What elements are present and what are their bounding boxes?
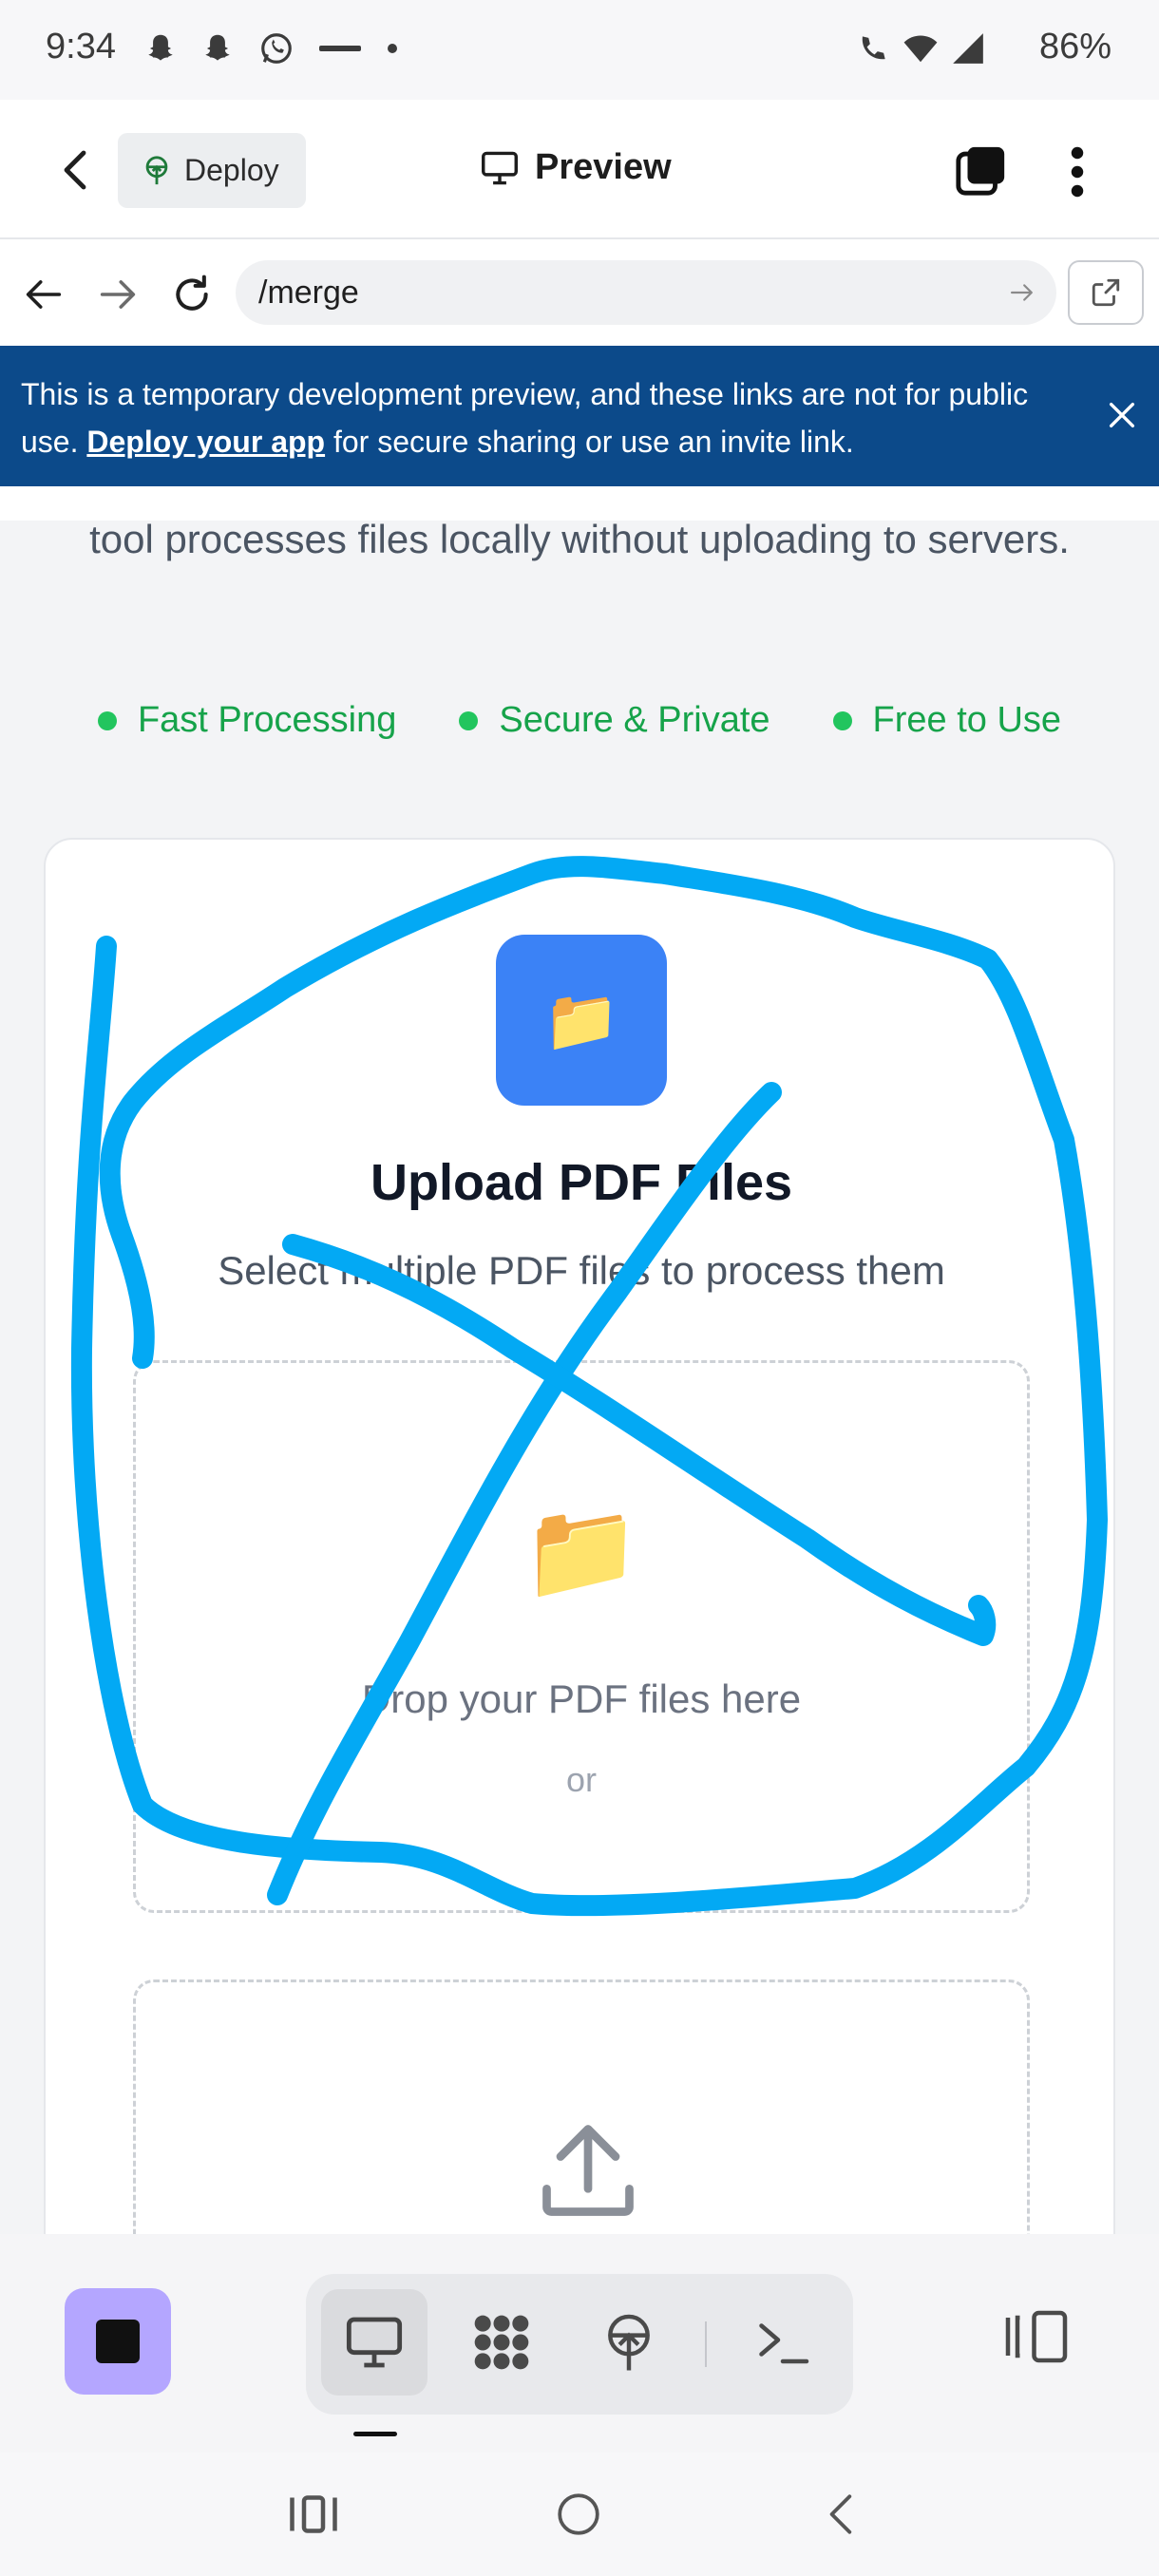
browser-back-icon[interactable] [25,277,63,312]
back-arrow-icon[interactable] [57,147,95,193]
back-icon[interactable] [823,2491,861,2538]
signal-icon [953,33,983,64]
drop-zone-or: or [565,1760,597,1799]
active-tab-indicator [353,2432,397,2436]
feature-item: Free to Use [832,700,1062,741]
browser-forward-icon[interactable] [99,277,137,312]
upload-subtitle: Select multiple PDF files to process the… [218,1248,945,1293]
feature-list: Fast Processing Secure & Private Free to… [0,700,1159,741]
more-notifications-dot-icon [388,44,397,53]
tab-deploy[interactable] [576,2289,682,2396]
wifi-calling-icon [862,36,885,60]
green-dot-icon [832,710,852,730]
split-panel-icon[interactable] [1003,2308,1070,2365]
apps-grid-icon [474,2315,529,2370]
snapchat-notification-icon [148,34,173,61]
bottom-toolbar [0,2234,1159,2453]
page-title: Preview [535,147,672,187]
terminal-icon [759,2323,809,2364]
monitor-icon [482,151,518,184]
more-options-icon[interactable] [1064,143,1091,200]
app-header: Deploy Preview [0,100,1159,239]
deploy-your-app-link[interactable]: Deploy your app [86,425,325,459]
wifi-icon [903,35,938,63]
feature-item: Secure & Private [459,700,770,741]
banner-text-end: for secure sharing or use an invite link… [325,425,854,459]
deploy-label: Deploy [184,153,279,187]
drop-zone-text: Drop your PDF files here [361,1676,802,1721]
folder-icon: 📁 [496,935,667,1106]
preview-title: Preview [480,147,672,188]
whatsapp-notification-icon [261,33,292,64]
deploy-icon [145,155,168,184]
url-path: /merge [258,274,359,311]
tabs-switcher-icon[interactable] [954,142,1009,198]
stop-icon [96,2320,140,2363]
intro-text: tool processes files locally without upl… [89,517,1070,561]
external-link-icon [1092,278,1120,307]
app-notification-icon [319,46,361,51]
stop-button[interactable] [65,2288,171,2395]
green-dot-icon [97,710,117,730]
monitor-icon [346,2317,403,2368]
recents-icon[interactable] [285,2491,342,2538]
deploy-button[interactable]: Deploy [118,133,306,208]
upload-title: Upload PDF Files [370,1154,793,1211]
tab-preview[interactable] [321,2289,428,2396]
feature-label: Secure & Private [499,700,770,740]
upload-icon [542,2125,634,2216]
tab-terminal[interactable] [730,2289,836,2396]
folder-icon: 📁 [522,1498,641,1604]
upload-card: 📁 Upload PDF Files Select multiple PDF f… [44,838,1115,2234]
system-nav-bar [0,2453,1159,2576]
tab-divider [705,2321,707,2367]
browser-url-bar: /merge [0,239,1159,346]
page-content: tool processes files locally without upl… [0,486,1159,2234]
url-input[interactable]: /merge [236,260,1056,325]
view-tab-group [306,2274,853,2415]
close-icon[interactable] [1106,399,1138,431]
green-dot-icon [459,710,479,730]
tab-apps[interactable] [448,2289,555,2396]
home-icon[interactable] [555,2491,602,2538]
go-arrow-icon[interactable] [1009,281,1036,304]
file-drop-zone[interactable]: 📁 Drop your PDF files here or [133,1360,1030,1913]
open-external-button[interactable] [1068,260,1144,325]
upload-drop-zone[interactable] [133,1979,1030,2234]
deploy-icon [608,2314,650,2371]
battery-percentage: 86% [1038,27,1112,66]
reload-icon[interactable] [171,274,213,315]
snapchat-notification-icon [205,34,230,61]
feature-label: Fast Processing [137,700,397,740]
status-time: 9:34 [46,27,116,66]
feature-label: Free to Use [872,700,1062,740]
feature-item: Fast Processing [97,700,397,741]
status-bar: 9:34 86% [0,0,1159,100]
dev-preview-banner: This is a temporary development preview,… [0,346,1159,486]
